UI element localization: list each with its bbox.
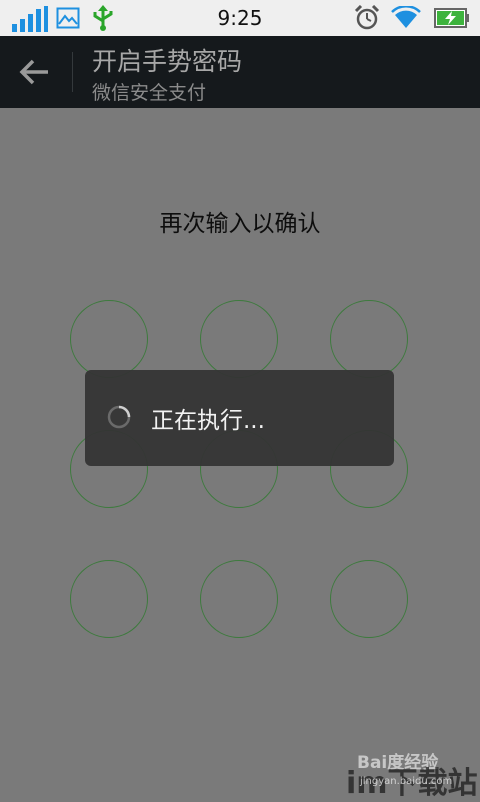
loading-dialog: 正在执行... [85, 370, 394, 466]
pattern-dot[interactable] [330, 560, 408, 638]
pattern-dot[interactable] [70, 560, 148, 638]
pattern-dot[interactable] [200, 560, 278, 638]
pattern-dot[interactable] [330, 300, 408, 378]
action-bar-divider [72, 52, 73, 92]
watermark-url: jingyan.baidu.com [360, 776, 453, 787]
pattern-dot[interactable] [70, 300, 148, 378]
status-bar: 9:25 [0, 0, 480, 36]
wifi-icon [391, 6, 421, 28]
spinner-icon [107, 405, 131, 429]
loading-text: 正在执行... [151, 408, 265, 434]
pattern-prompt: 再次输入以确认 [159, 211, 321, 237]
battery-charging-icon [434, 8, 469, 28]
action-bar: 开启手势密码 微信安全支付 [0, 36, 480, 108]
back-arrow-icon[interactable] [18, 56, 52, 88]
pattern-dot[interactable] [200, 300, 278, 378]
page-title: 开启手势密码 [92, 47, 243, 76]
alarm-icon [354, 5, 380, 30]
page-subtitle: 微信安全支付 [92, 82, 207, 104]
